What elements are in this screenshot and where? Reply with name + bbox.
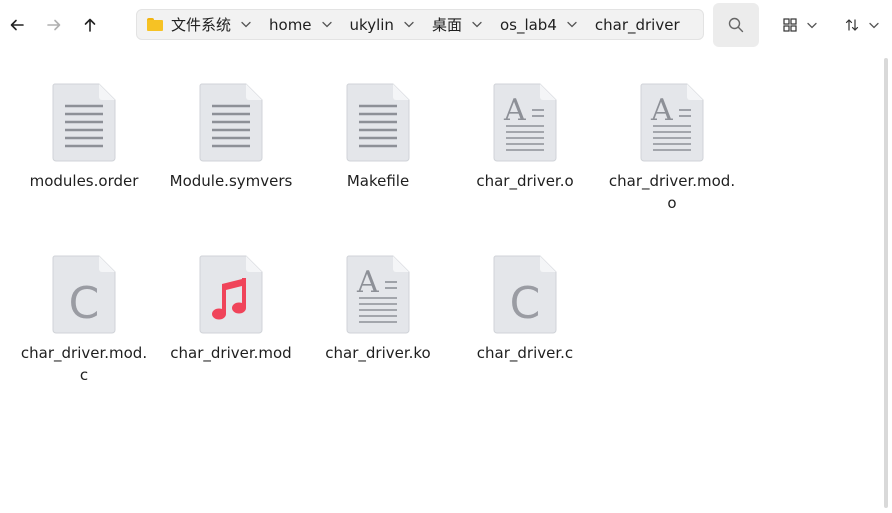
file-item[interactable]: Module.symvers bbox=[161, 82, 301, 192]
svg-text:A: A bbox=[356, 265, 379, 300]
chevron-down-icon bbox=[807, 22, 817, 28]
font-document-icon: A bbox=[493, 83, 557, 162]
breadcrumb-item-desktop[interactable]: 桌面 bbox=[424, 14, 492, 35]
breadcrumb-item-home[interactable]: home bbox=[261, 15, 342, 35]
sort-icon bbox=[845, 19, 859, 31]
arrow-right-icon bbox=[47, 19, 61, 31]
breadcrumb-item-char-driver[interactable]: char_driver bbox=[587, 16, 680, 34]
music-file-icon bbox=[199, 255, 263, 334]
file-item[interactable]: Makefile bbox=[308, 82, 448, 192]
text-document-icon bbox=[199, 83, 263, 162]
arrow-left-icon bbox=[10, 19, 24, 31]
breadcrumb-label: 桌面 bbox=[431, 16, 462, 34]
file-name: char_driver.ko bbox=[325, 344, 431, 362]
file-name: Makefile bbox=[346, 172, 410, 190]
search-icon bbox=[728, 17, 744, 33]
text-document-icon bbox=[346, 83, 410, 162]
file-manager-window: 文件系统 home ukylin 桌面 os_lab4 char_driver … bbox=[0, 0, 892, 513]
svg-text:A: A bbox=[503, 93, 526, 128]
font-document-icon: A bbox=[346, 255, 410, 334]
file-item[interactable]: modules.order bbox=[14, 82, 154, 192]
file-item[interactable]: char_driver.mod bbox=[161, 254, 301, 364]
file-name: modules.order bbox=[29, 172, 139, 190]
breadcrumb-label: 文件系统 bbox=[171, 16, 232, 34]
back-button[interactable] bbox=[3, 10, 31, 40]
file-name: char_driver.mod bbox=[170, 344, 292, 362]
up-button[interactable] bbox=[76, 10, 104, 40]
file-item[interactable]: A char_driver.ko bbox=[308, 254, 448, 364]
chevron-down-icon[interactable] bbox=[394, 15, 424, 35]
svg-text:C: C bbox=[69, 278, 100, 329]
file-name: char_driver.mod.o bbox=[608, 172, 736, 212]
breadcrumb-label: home bbox=[269, 15, 312, 34]
breadcrumb-label: char_driver bbox=[594, 15, 680, 34]
chevron-down-icon bbox=[869, 22, 879, 28]
file-name: Module.symvers bbox=[169, 172, 293, 190]
view-mode-button[interactable] bbox=[778, 10, 822, 40]
sort-button[interactable] bbox=[840, 10, 884, 40]
search-button[interactable] bbox=[713, 3, 759, 47]
file-grid: modules.order Module.symvers Makefile A … bbox=[0, 52, 884, 513]
vertical-scrollbar[interactable] bbox=[884, 58, 888, 508]
breadcrumb[interactable]: 文件系统 home ukylin 桌面 os_lab4 char_driver bbox=[136, 9, 704, 40]
file-item[interactable]: C char_driver.mod.c bbox=[14, 254, 154, 386]
folder-icon bbox=[147, 18, 163, 31]
forward-button[interactable] bbox=[40, 10, 68, 40]
file-name: char_driver.c bbox=[476, 344, 574, 362]
text-document-icon bbox=[52, 83, 116, 162]
file-item[interactable]: A char_driver.o bbox=[455, 82, 595, 192]
grid-view-icon bbox=[783, 18, 797, 32]
file-name: char_driver.mod.c bbox=[20, 344, 148, 384]
breadcrumb-label: ukylin bbox=[349, 15, 394, 34]
breadcrumb-item-os-lab4[interactable]: os_lab4 bbox=[492, 15, 587, 35]
chevron-down-icon[interactable] bbox=[462, 15, 492, 35]
chevron-down-icon[interactable] bbox=[312, 15, 342, 35]
font-document-icon: A bbox=[640, 83, 704, 162]
svg-text:A: A bbox=[650, 93, 673, 128]
breadcrumb-item-filesystem[interactable]: 文件系统 bbox=[137, 14, 261, 35]
arrow-up-icon bbox=[84, 18, 96, 32]
breadcrumb-label: os_lab4 bbox=[499, 15, 557, 34]
toolbar: 文件系统 home ukylin 桌面 os_lab4 char_driver bbox=[0, 0, 892, 52]
breadcrumb-item-ukylin[interactable]: ukylin bbox=[342, 15, 424, 35]
file-item[interactable]: A char_driver.mod.o bbox=[602, 82, 742, 214]
chevron-down-icon[interactable] bbox=[231, 15, 261, 35]
c-source-icon: C bbox=[52, 255, 116, 334]
file-name: char_driver.o bbox=[476, 172, 574, 190]
svg-text:C: C bbox=[510, 278, 541, 329]
file-item[interactable]: C char_driver.c bbox=[455, 254, 595, 364]
chevron-down-icon[interactable] bbox=[557, 15, 587, 35]
c-source-icon: C bbox=[493, 255, 557, 334]
